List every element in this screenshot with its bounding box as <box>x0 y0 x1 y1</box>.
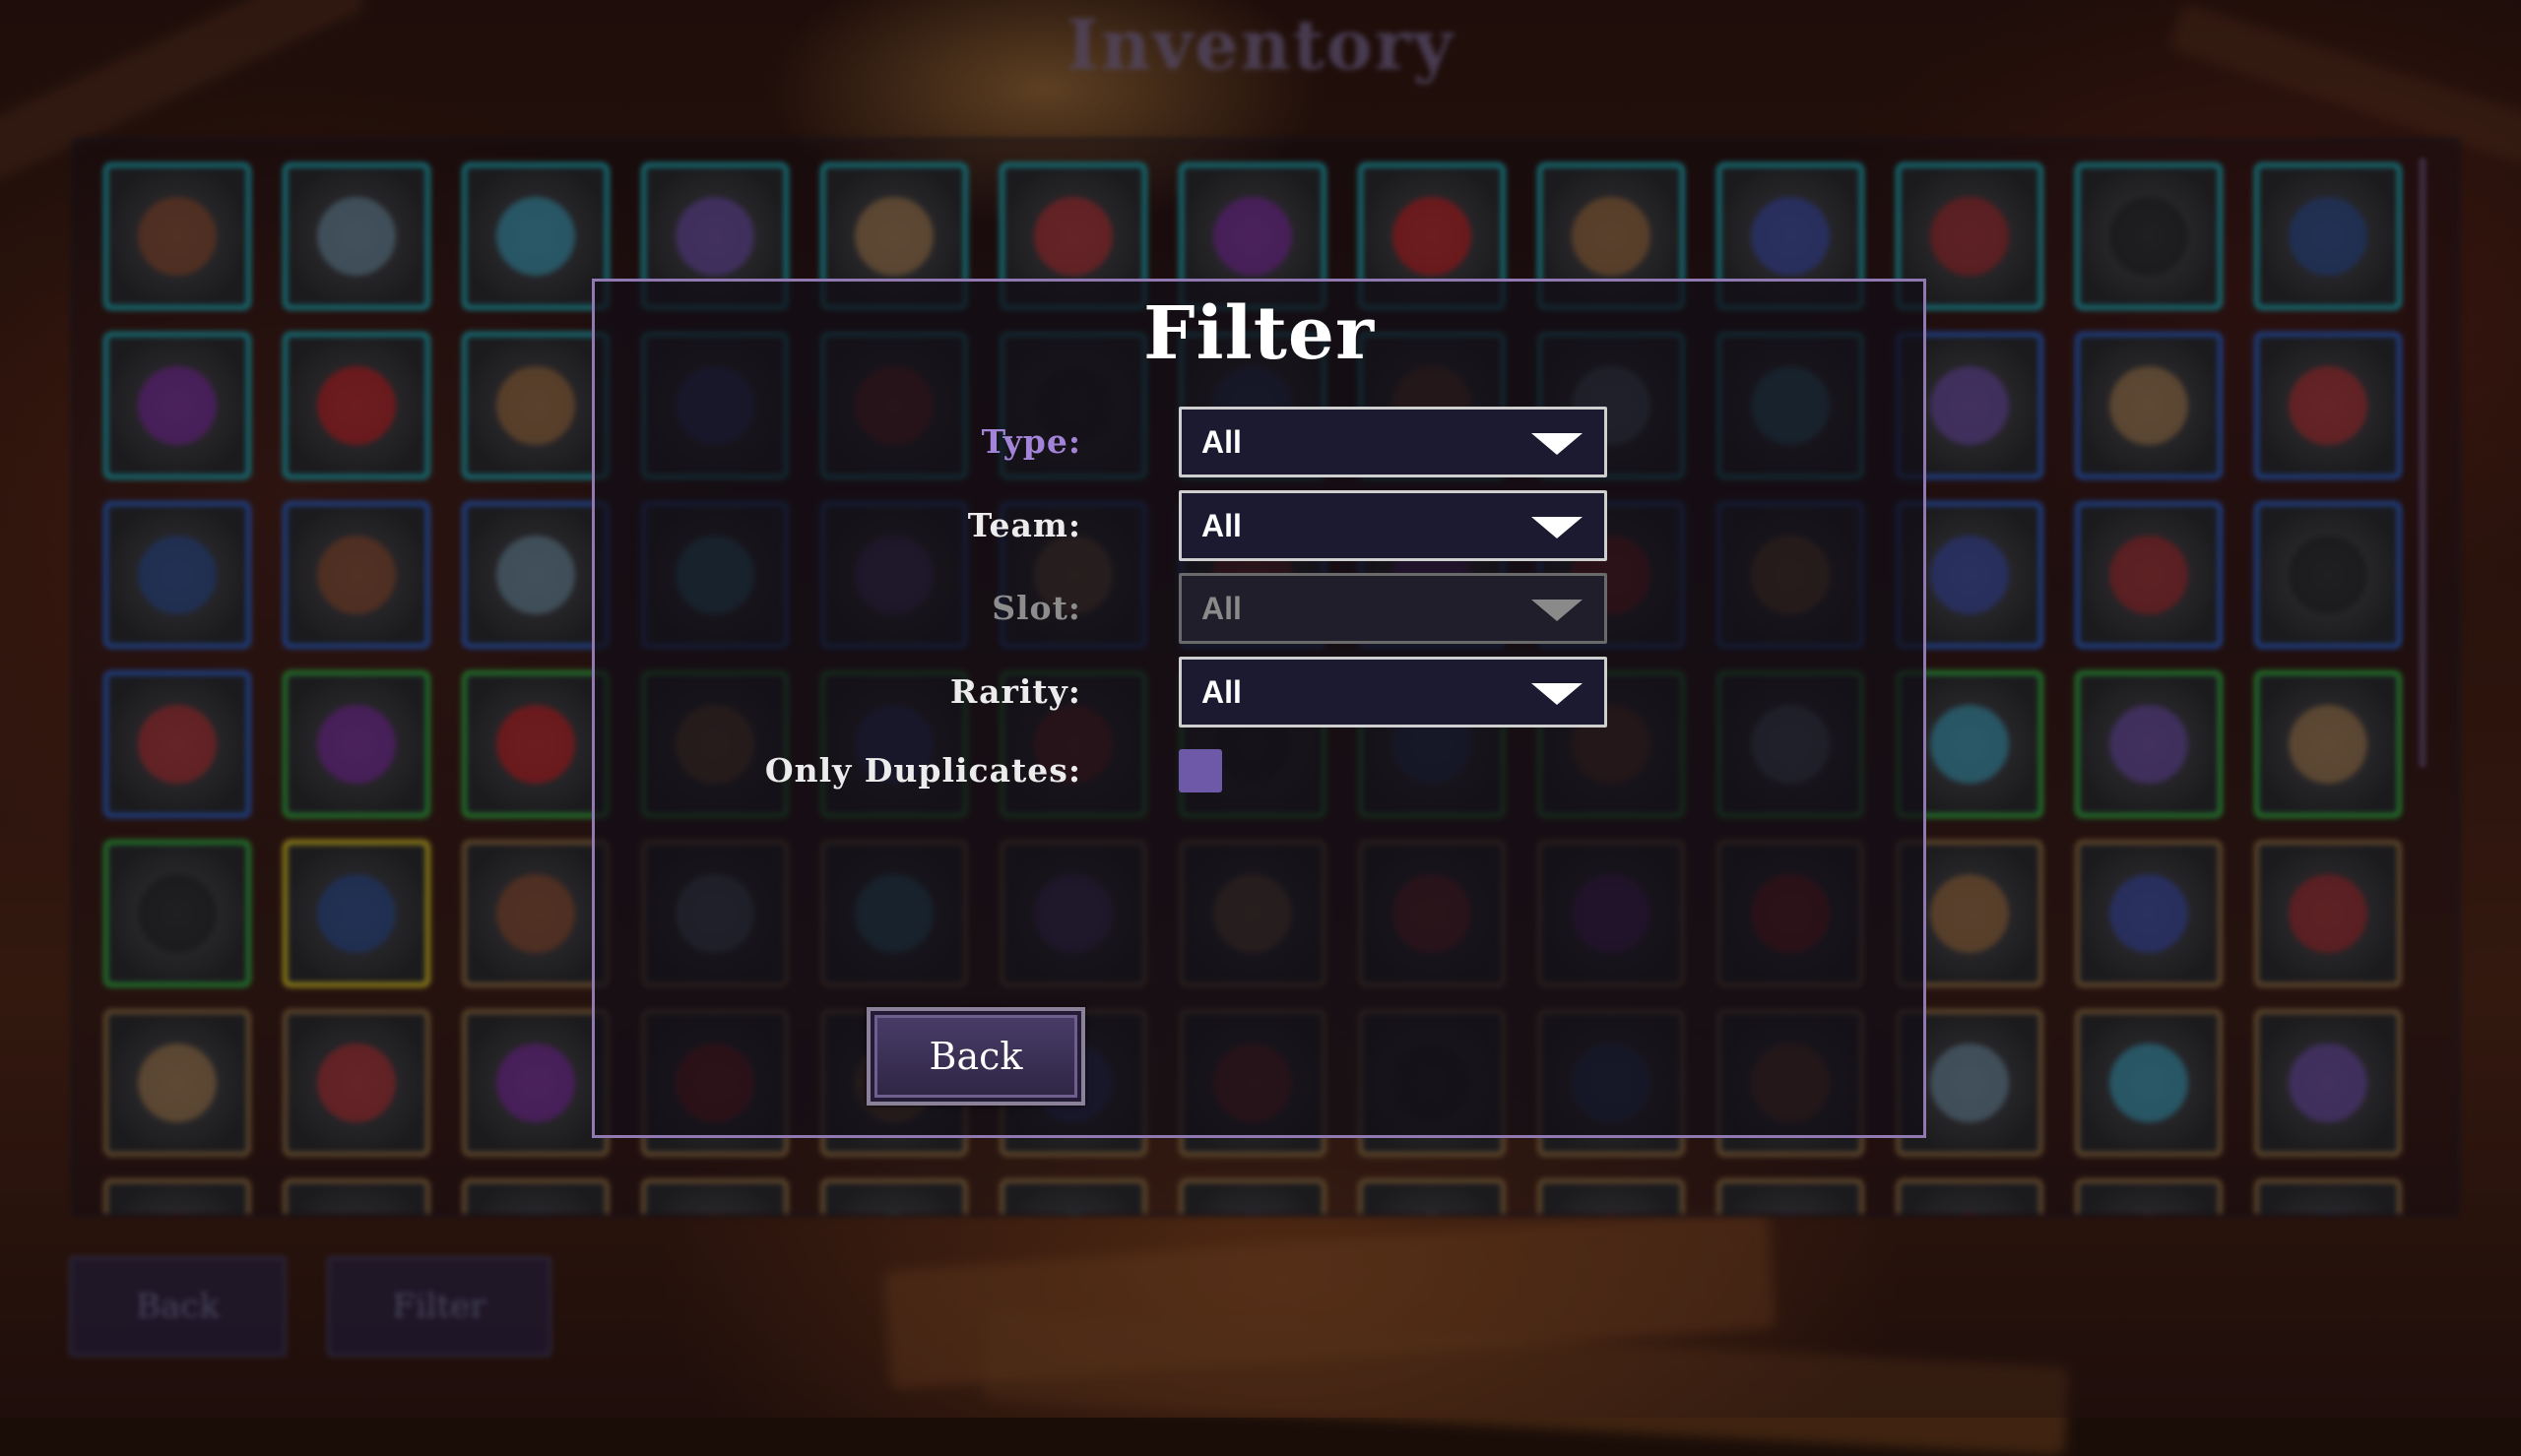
team-dropdown-value: All <box>1201 508 1242 543</box>
only-duplicates-checkbox[interactable] <box>1179 749 1222 792</box>
team-dropdown[interactable]: All <box>1179 490 1607 561</box>
slot-dropdown[interactable]: All <box>1179 573 1607 644</box>
back-button[interactable]: Back <box>867 1007 1085 1106</box>
type-dropdown-value: All <box>1201 424 1242 460</box>
slot-label: Slot: <box>992 589 1081 627</box>
rarity-row: Rarity: All <box>595 657 1923 728</box>
type-dropdown[interactable]: All <box>1179 407 1607 477</box>
slot-row: Slot: All <box>595 573 1923 644</box>
rarity-dropdown[interactable]: All <box>1179 657 1607 728</box>
only-duplicates-label: Only Duplicates: <box>764 751 1081 790</box>
type-row: Type: All <box>595 407 1923 477</box>
filter-dialog: Filter Type: All Team: All Slot: All Rar… <box>592 279 1926 1138</box>
only-duplicates-row: Only Duplicates: <box>595 735 1923 806</box>
chevron-down-icon <box>1531 433 1583 455</box>
type-label: Type: <box>981 422 1081 461</box>
rarity-label: Rarity: <box>949 672 1081 711</box>
slot-dropdown-value: All <box>1201 591 1242 626</box>
filter-title: Filter <box>1142 291 1375 376</box>
chevron-down-icon <box>1531 600 1583 621</box>
chevron-down-icon <box>1531 517 1583 538</box>
team-label: Team: <box>967 506 1081 544</box>
rarity-dropdown-value: All <box>1201 674 1242 710</box>
team-row: Team: All <box>595 490 1923 561</box>
chevron-down-icon <box>1531 683 1583 705</box>
back-button-label: Back <box>929 1035 1023 1078</box>
